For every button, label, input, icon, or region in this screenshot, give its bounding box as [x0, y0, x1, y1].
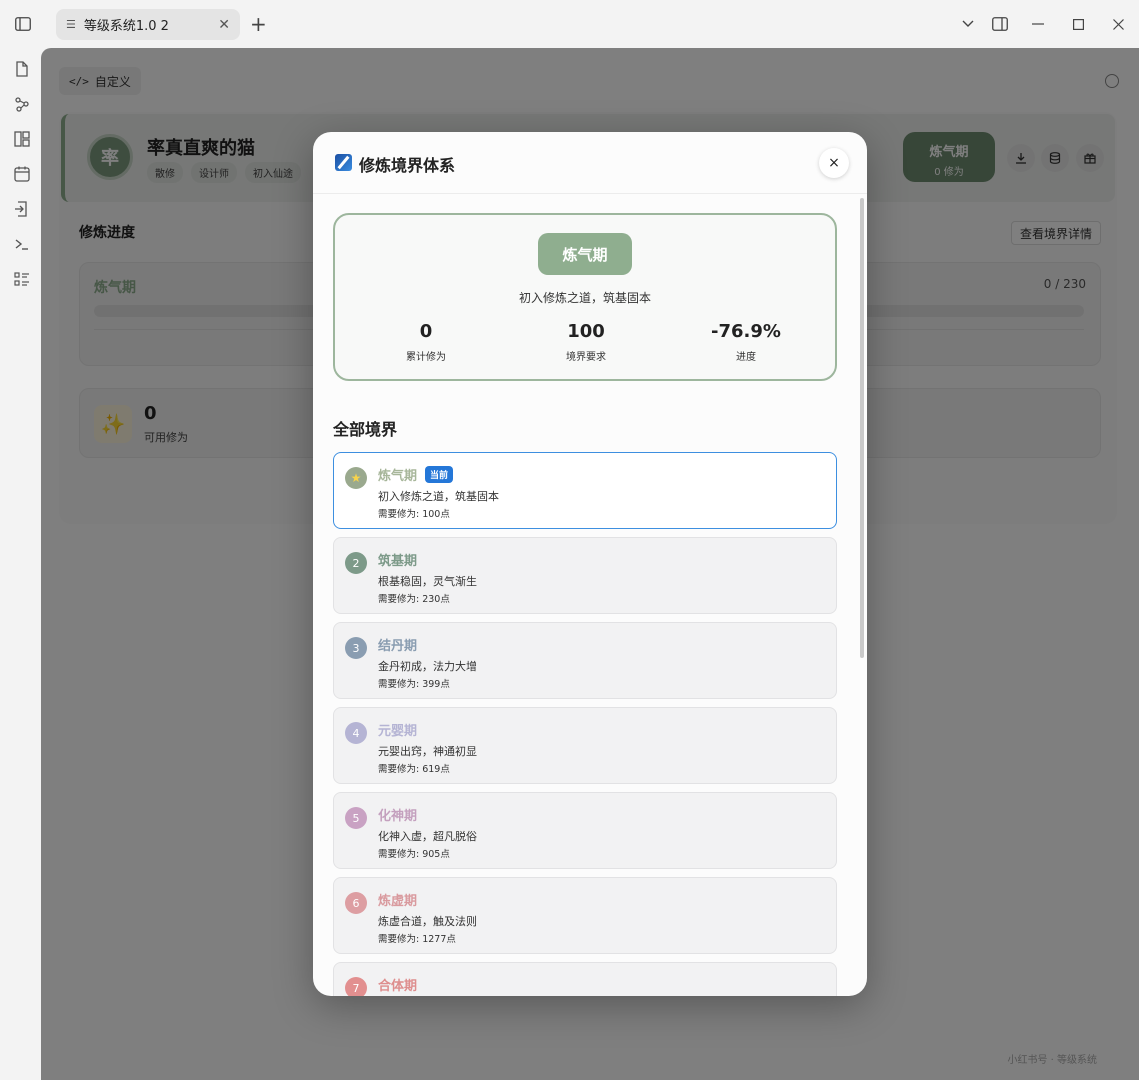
import-icon[interactable] — [13, 200, 31, 218]
realm-number: 2 — [345, 552, 367, 574]
realm-desc: 初入修炼之道，筑基固本 — [378, 490, 499, 503]
realm-requirement: 需要修为: 230点 — [378, 594, 450, 605]
modal-close-button[interactable]: × — [819, 148, 849, 178]
stat-total: 0 累计修为 — [356, 321, 496, 363]
realm-item[interactable]: 5 化神期 化神入虚，超凡脱俗 需要修为: 905点 — [333, 792, 837, 869]
minimize-icon[interactable] — [1028, 14, 1048, 34]
stat-label: 累计修为 — [406, 352, 446, 363]
modal-body[interactable]: 炼气期 初入修炼之道，筑基固本 0 累计修为 100 境界要求 -76.9% 进… — [313, 194, 867, 996]
realm-desc: 炼虚合道，触及法则 — [378, 915, 477, 928]
realm-number: 7 — [345, 977, 367, 996]
realm-number: 3 — [345, 637, 367, 659]
modal-header: 修炼境界体系 × — [313, 132, 867, 194]
realm-requirement: 需要修为: 399点 — [378, 679, 450, 690]
stat-progress: -76.9% 进度 — [676, 321, 816, 363]
realm-requirement: 需要修为: 905点 — [378, 849, 450, 860]
realm-number: 6 — [345, 892, 367, 914]
stat-requirement: 100 境界要求 — [516, 321, 656, 363]
realm-name: 元婴期 — [378, 724, 418, 739]
stat-label: 境界要求 — [566, 352, 606, 363]
realm-requirement: 需要修为: 100点 — [378, 509, 450, 520]
tab-title: 等级系统1.0 2 — [83, 19, 169, 34]
list-view-icon[interactable] — [13, 270, 31, 288]
stat-label: 进度 — [736, 352, 756, 363]
sidebar-toggle-icon[interactable] — [13, 14, 33, 34]
current-realm-desc: 初入修炼之道，筑基固本 — [518, 291, 651, 305]
star-icon: ★ — [345, 467, 367, 489]
dashboard-icon[interactable] — [13, 130, 31, 148]
current-realm-pill: 炼气期 — [538, 233, 632, 275]
maximize-icon[interactable] — [1068, 14, 1088, 34]
realm-name: 炼虚期 — [378, 894, 418, 909]
tab-document[interactable]: ☰ 等级系统1.0 2 ✕ — [56, 9, 240, 40]
realm-item[interactable]: ★ 炼气期 当前 初入修炼之道，筑基固本 需要修为: 100点 — [333, 452, 837, 529]
terminal-icon[interactable] — [13, 235, 31, 253]
stat-value: 100 — [567, 321, 605, 342]
stat-value: -76.9% — [711, 321, 781, 342]
realm-requirement: 需要修为: 619点 — [378, 764, 450, 775]
realm-number: 5 — [345, 807, 367, 829]
close-icon[interactable]: ✕ — [218, 17, 230, 33]
title-bar: ☰ 等级系统1.0 2 ✕ + — [0, 0, 1139, 48]
app-logo-icon — [335, 154, 352, 171]
modal-scrollbar[interactable] — [860, 198, 864, 658]
realm-name: 炼气期 — [378, 469, 418, 484]
realm-system-modal: 修炼境界体系 × 炼气期 初入修炼之道，筑基固本 0 累计修为 100 境界要求… — [313, 132, 867, 996]
close-window-icon[interactable] — [1108, 14, 1128, 34]
realm-item[interactable]: 4 元婴期 元婴出窍，神通初显 需要修为: 619点 — [333, 707, 837, 784]
all-realms-title: 全部境界 — [333, 420, 398, 439]
realm-name: 化神期 — [378, 809, 418, 824]
realm-number: 4 — [345, 722, 367, 744]
realm-item[interactable]: 7 合体期 — [333, 962, 837, 996]
realm-desc: 金丹初成，法力大增 — [378, 660, 477, 673]
graph-icon[interactable] — [13, 95, 31, 113]
list-icon: ☰ — [66, 18, 76, 31]
realm-item[interactable]: 6 炼虚期 炼虚合道，触及法则 需要修为: 1277点 — [333, 877, 837, 954]
stat-value: 0 — [419, 321, 433, 342]
left-sidebar — [0, 48, 41, 1080]
current-badge: 当前 — [425, 466, 454, 483]
realm-name: 结丹期 — [378, 639, 418, 654]
split-view-icon[interactable] — [990, 14, 1010, 34]
realm-desc: 化神入虚，超凡脱俗 — [378, 830, 477, 843]
realm-desc: 根基稳固，灵气渐生 — [378, 575, 477, 588]
realm-desc: 元婴出窍，神通初显 — [378, 745, 477, 758]
new-tab-button[interactable]: + — [250, 12, 267, 36]
realm-item[interactable]: 3 结丹期 金丹初成，法力大增 需要修为: 399点 — [333, 622, 837, 699]
calendar-icon[interactable] — [13, 165, 31, 183]
realm-item[interactable]: 2 筑基期 根基稳固，灵气渐生 需要修为: 230点 — [333, 537, 837, 614]
realm-requirement: 需要修为: 1277点 — [378, 934, 456, 945]
file-icon[interactable] — [13, 60, 31, 78]
current-realm-card: 炼气期 初入修炼之道，筑基固本 0 累计修为 100 境界要求 -76.9% 进… — [333, 213, 837, 381]
chevron-down-icon[interactable] — [958, 14, 978, 34]
modal-title: 修炼境界体系 — [359, 156, 456, 175]
realm-name: 筑基期 — [378, 554, 418, 569]
realm-name: 合体期 — [378, 979, 418, 994]
